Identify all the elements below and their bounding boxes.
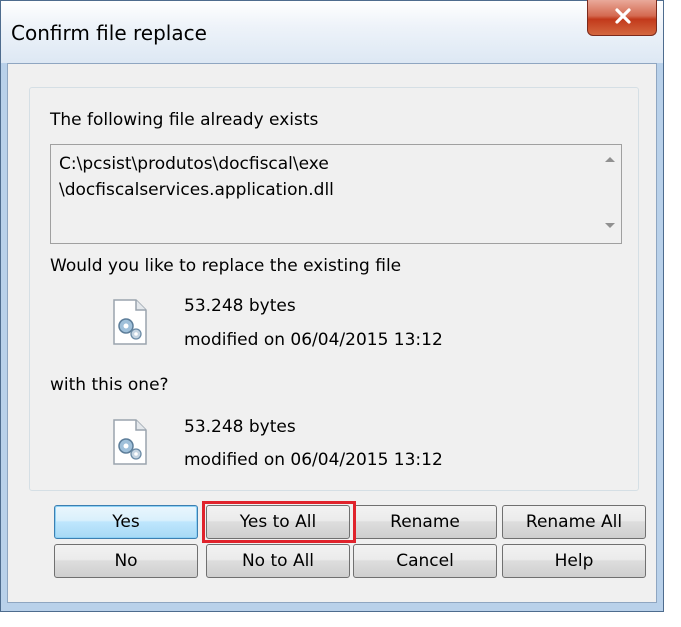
- help-button[interactable]: Help: [502, 544, 646, 578]
- yes-to-all-button[interactable]: Yes to All: [206, 505, 350, 539]
- rename-button[interactable]: Rename: [353, 505, 497, 539]
- dialog-title: Confirm file replace: [11, 21, 207, 45]
- file-path-line-1: C:\pcsist\produtos\docfiscal\exe: [59, 154, 329, 174]
- path-scrollbar[interactable]: [599, 145, 621, 243]
- file-path-text: C:\pcsist\produtos\docfiscal\exe \docfis…: [59, 151, 334, 203]
- no-to-all-button[interactable]: No to All: [206, 544, 350, 578]
- new-file-size: 53.248 bytes: [184, 417, 296, 437]
- with-this-one-label: with this one?: [50, 375, 169, 395]
- settings-file-icon: [113, 299, 147, 345]
- arrow-up-icon[interactable]: [605, 157, 615, 162]
- arrow-down-icon[interactable]: [605, 223, 615, 228]
- no-button[interactable]: No: [54, 544, 198, 578]
- file-info-group: The following file already exists C:\pcs…: [29, 87, 639, 491]
- new-file-modified: modified on 06/04/2015 13:12: [184, 450, 443, 470]
- rename-all-button[interactable]: Rename All: [502, 505, 646, 539]
- title-bar[interactable]: Confirm file replace: [1, 0, 663, 63]
- existing-file-modified: modified on 06/04/2015 13:12: [184, 330, 443, 350]
- replace-question-label: Would you like to replace the existing f…: [50, 256, 402, 276]
- existing-file-size: 53.248 bytes: [184, 296, 296, 316]
- close-button[interactable]: [587, 0, 657, 36]
- file-path-box[interactable]: C:\pcsist\produtos\docfiscal\exe \docfis…: [50, 144, 622, 244]
- file-path-line-2: \docfiscalservices.application.dll: [59, 180, 334, 200]
- confirm-file-replace-dialog: Confirm file replace The following file …: [0, 0, 664, 612]
- file-exists-label: The following file already exists: [50, 110, 319, 130]
- settings-file-icon: [113, 419, 147, 465]
- yes-button[interactable]: Yes: [54, 505, 198, 539]
- close-icon: [615, 8, 631, 24]
- dialog-content: The following file already exists C:\pcs…: [7, 63, 657, 603]
- cancel-button[interactable]: Cancel: [353, 544, 497, 578]
